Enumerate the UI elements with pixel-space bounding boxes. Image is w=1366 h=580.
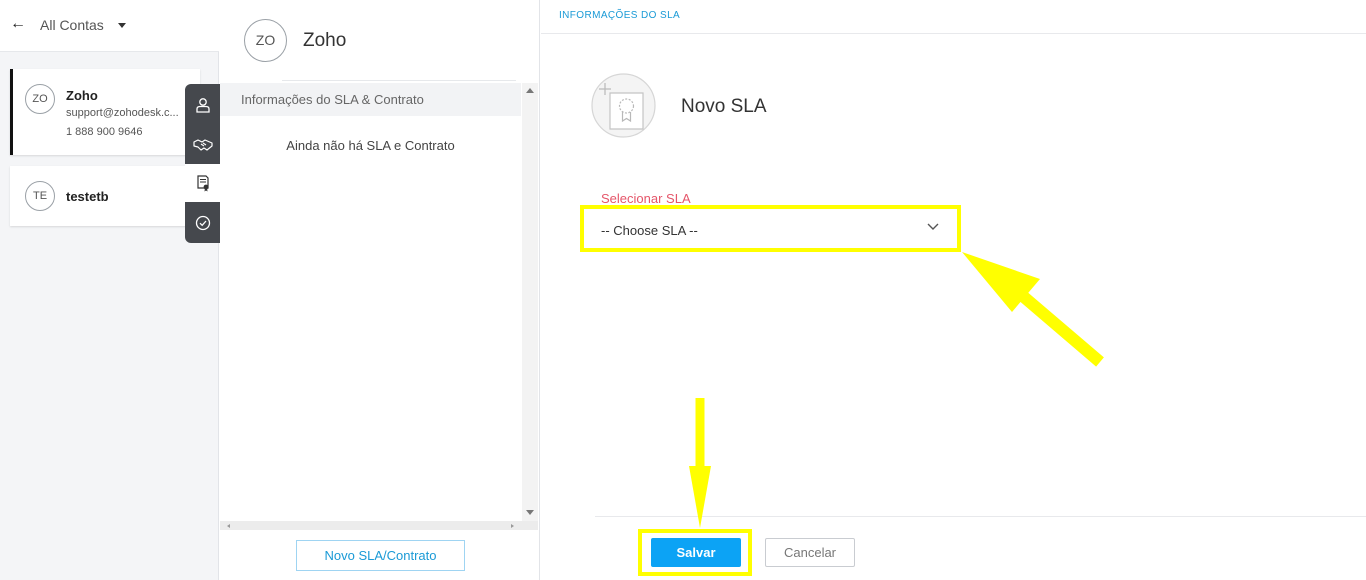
contact-icon <box>195 98 210 113</box>
page-title: INFORMAÇÕES DO SLA <box>559 10 681 21</box>
sla-select-dropdown[interactable]: -- Choose SLA -- <box>589 214 951 246</box>
tab-contacts[interactable] <box>185 86 220 124</box>
account-item-testetb[interactable]: TE testetb <box>10 166 200 226</box>
scroll-left-icon[interactable] <box>227 524 230 528</box>
sla-form-header: INFORMAÇÕES DO SLA <box>541 0 1366 34</box>
handshake-icon <box>192 139 213 151</box>
account-phone: 1 888 900 9646 <box>66 126 143 138</box>
accounts-panel-header: ← All Contas <box>0 0 219 52</box>
account-item-zoho[interactable]: ZO Zoho support@zohodesk.c... 1 888 900 … <box>10 69 200 155</box>
account-name: testetb <box>66 189 109 204</box>
caret-down-icon[interactable] <box>118 23 126 28</box>
new-sla-contract-button[interactable]: Novo SLA/Contrato <box>296 540 465 571</box>
tab-contracts[interactable] <box>185 126 220 164</box>
account-title: Zoho <box>303 30 347 51</box>
vertical-scrollbar[interactable] <box>522 83 538 521</box>
horizontal-scrollbar[interactable] <box>220 521 538 530</box>
sla-select-value: -- Choose SLA -- <box>601 223 698 238</box>
save-button[interactable]: Salvar <box>651 538 741 567</box>
tab-tasks[interactable] <box>185 204 220 242</box>
form-title: Novo SLA <box>681 96 767 117</box>
scroll-right-icon[interactable] <box>511 524 514 528</box>
account-email: support@zohodesk.c... <box>66 107 179 119</box>
cancel-button[interactable]: Cancelar <box>765 538 855 567</box>
sla-contract-section-header: Informações do SLA & Contrato <box>220 83 521 116</box>
chevron-down-icon <box>927 223 939 230</box>
account-detail-panel: ZO Zoho Informações do SLA & Contrato Ai… <box>220 0 540 580</box>
detail-tab-strip <box>185 84 220 243</box>
tab-sla[interactable] <box>185 164 220 202</box>
scroll-up-icon[interactable] <box>526 88 534 93</box>
back-arrow-icon[interactable]: ← <box>10 15 26 33</box>
sla-form-panel: INFORMAÇÕES DO SLA Novo SLA Selecionar S… <box>541 0 1366 580</box>
view-selector[interactable]: All Contas <box>40 17 104 33</box>
check-circle-icon <box>195 215 210 231</box>
divider <box>282 80 516 81</box>
scroll-down-icon[interactable] <box>526 510 534 515</box>
empty-state-message: Ainda não há SLA e Contrato <box>286 138 455 153</box>
app-root: ← All Contas ZO Zoho support@zohodesk.c.… <box>0 0 1366 580</box>
select-sla-label: Selecionar SLA <box>601 191 691 206</box>
avatar: ZO <box>244 19 287 62</box>
account-name: Zoho <box>66 88 98 103</box>
avatar: TE <box>25 181 55 211</box>
sla-certificate-icon <box>591 73 656 138</box>
avatar: ZO <box>25 84 55 114</box>
contract-icon <box>196 174 209 191</box>
